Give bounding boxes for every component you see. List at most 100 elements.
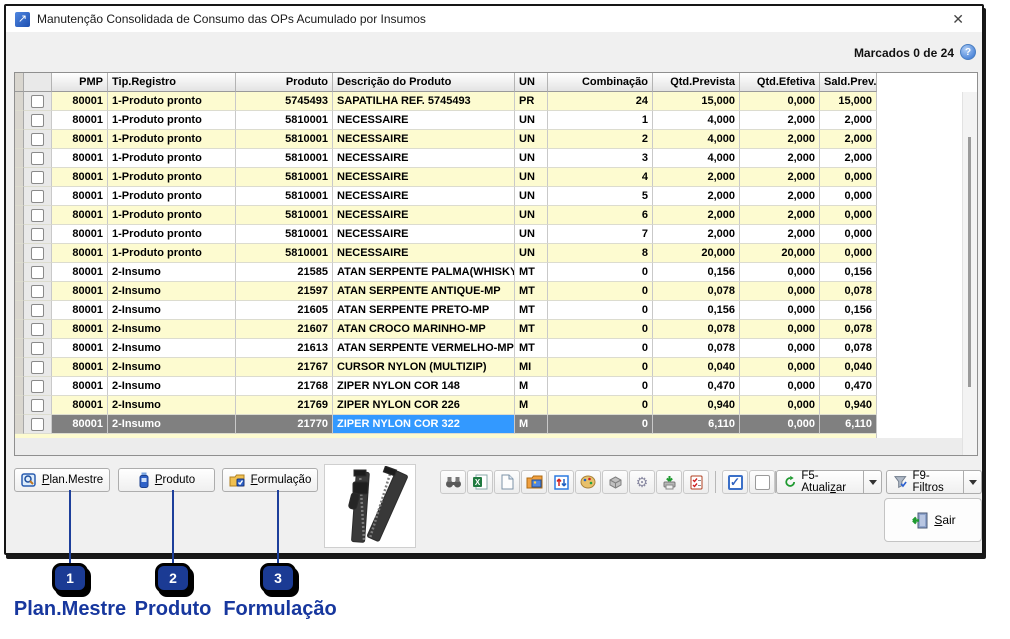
cell-efetiva[interactable]: 0,000	[740, 377, 820, 396]
cell-produto[interactable]: 5810001	[236, 187, 333, 206]
cell-combinacao[interactable]: 0	[548, 377, 653, 396]
cell-un[interactable]: MT	[515, 339, 548, 358]
cell-prevista[interactable]: 2,000	[653, 187, 740, 206]
cell-combinacao[interactable]: 0	[548, 301, 653, 320]
row-checkbox[interactable]	[31, 361, 44, 374]
cell-pmp[interactable]: 80001	[52, 282, 108, 301]
cell-produto[interactable]: 5810001	[236, 168, 333, 187]
cell-combinacao[interactable]: 8	[548, 244, 653, 263]
cell-un[interactable]: UN	[515, 149, 548, 168]
cell-saldo[interactable]: 0,000	[820, 244, 877, 263]
row-checkbox[interactable]	[31, 399, 44, 412]
close-icon[interactable]: ✕	[948, 11, 968, 28]
cell-produto[interactable]: 21770	[236, 415, 333, 434]
cell-produto[interactable]: 5810001	[236, 130, 333, 149]
table-row[interactable]: 800012-Insumo21605ATAN SERPENTE PRETO-MP…	[15, 301, 977, 320]
cell-efetiva[interactable]: 0,000	[740, 415, 820, 434]
cell-produto[interactable]: 5810001	[236, 206, 333, 225]
cell-saldo[interactable]: 0,000	[820, 168, 877, 187]
cell-produto[interactable]: 21613	[236, 339, 333, 358]
cell-descricao[interactable]: SAPATILHA REF. 5745493	[333, 92, 515, 111]
cell-prevista[interactable]: 4,000	[653, 149, 740, 168]
row-check-cell[interactable]	[24, 358, 52, 377]
cell-un[interactable]: UN	[515, 130, 548, 149]
binoculars-icon[interactable]	[440, 470, 466, 494]
table-row[interactable]: 800012-Insumo21597ATAN SERPENTE ANTIQUE-…	[15, 282, 977, 301]
cell-tipo[interactable]: 2-Insumo	[108, 282, 236, 301]
cell-pmp[interactable]: 80001	[52, 92, 108, 111]
cell-prevista[interactable]: 0,940	[653, 396, 740, 415]
cell-produto[interactable]: 21768	[236, 377, 333, 396]
refresh-dropdown-arrow[interactable]	[864, 470, 882, 494]
cell-saldo[interactable]: 0,040	[820, 358, 877, 377]
cell-descricao[interactable]: NECESSAIRE	[333, 168, 515, 187]
header-produto[interactable]: Produto	[236, 73, 333, 92]
cell-un[interactable]: UN	[515, 244, 548, 263]
cell-tipo[interactable]: 2-Insumo	[108, 358, 236, 377]
cell-descricao[interactable]: ZIPER NYLON COR 322	[333, 415, 515, 434]
gear-icon[interactable]: ⚙	[629, 470, 655, 494]
cell-saldo[interactable]: 0,078	[820, 320, 877, 339]
table-row[interactable]: 800011-Produto pronto5810001NECESSAIREUN…	[15, 244, 977, 263]
header-un[interactable]: UN	[515, 73, 548, 92]
row-check-cell[interactable]	[24, 320, 52, 339]
header-prevista[interactable]: Qtd.Prevista	[653, 73, 740, 92]
cell-produto[interactable]: 21585	[236, 263, 333, 282]
cell-pmp[interactable]: 80001	[52, 111, 108, 130]
cell-saldo[interactable]: 0,156	[820, 263, 877, 282]
cell-produto[interactable]: 5810001	[236, 244, 333, 263]
cell-efetiva[interactable]: 0,000	[740, 396, 820, 415]
cell-efetiva[interactable]: 0,000	[740, 339, 820, 358]
cell-produto[interactable]: 5810001	[236, 149, 333, 168]
cell-prevista[interactable]: 6,110	[653, 415, 740, 434]
row-check-cell[interactable]	[24, 415, 52, 434]
cell-tipo[interactable]: 1-Produto pronto	[108, 149, 236, 168]
document-icon[interactable]	[494, 470, 520, 494]
cell-prevista[interactable]: 2,000	[653, 206, 740, 225]
cell-descricao[interactable]: NECESSAIRE	[333, 130, 515, 149]
cell-tipo[interactable]: 1-Produto pronto	[108, 130, 236, 149]
cell-un[interactable]: MT	[515, 282, 548, 301]
scrollbar-thumb[interactable]	[968, 137, 971, 387]
cell-produto[interactable]: 5810001	[236, 225, 333, 244]
cell-combinacao[interactable]: 2	[548, 130, 653, 149]
table-row[interactable]: 800011-Produto pronto5810001NECESSAIREUN…	[15, 149, 977, 168]
cell-un[interactable]: MT	[515, 301, 548, 320]
cell-combinacao[interactable]: 5	[548, 187, 653, 206]
cell-efetiva[interactable]: 0,000	[740, 301, 820, 320]
cell-efetiva[interactable]: 2,000	[740, 206, 820, 225]
cell-prevista[interactable]: 20,000	[653, 244, 740, 263]
cell-saldo[interactable]: 6,110	[820, 415, 877, 434]
cell-efetiva[interactable]: 0,000	[740, 282, 820, 301]
cell-prevista[interactable]: 4,000	[653, 130, 740, 149]
cell-tipo[interactable]: 1-Produto pronto	[108, 111, 236, 130]
cell-produto[interactable]: 21767	[236, 358, 333, 377]
cell-pmp[interactable]: 80001	[52, 149, 108, 168]
cell-descricao[interactable]: ATAN SERPENTE PRETO-MP	[333, 301, 515, 320]
row-checkbox[interactable]	[31, 152, 44, 165]
cell-saldo[interactable]: 0,078	[820, 339, 877, 358]
row-checkbox[interactable]	[31, 304, 44, 317]
row-check-cell[interactable]	[24, 130, 52, 149]
cell-tipo[interactable]: 2-Insumo	[108, 377, 236, 396]
cell-produto[interactable]: 21769	[236, 396, 333, 415]
cell-combinacao[interactable]: 3	[548, 149, 653, 168]
cell-tipo[interactable]: 1-Produto pronto	[108, 206, 236, 225]
cell-pmp[interactable]: 80001	[52, 168, 108, 187]
row-checkbox[interactable]	[31, 171, 44, 184]
header-pmp[interactable]: PMP	[52, 73, 108, 92]
cell-un[interactable]: PR	[515, 92, 548, 111]
header-checkbox-col[interactable]	[24, 73, 52, 92]
cell-tipo[interactable]: 2-Insumo	[108, 320, 236, 339]
cell-saldo[interactable]: 0,156	[820, 301, 877, 320]
cell-pmp[interactable]: 80001	[52, 358, 108, 377]
table-row[interactable]: 800011-Produto pronto5745493SAPATILHA RE…	[15, 92, 977, 111]
cell-tipo[interactable]: 2-Insumo	[108, 415, 236, 434]
cell-prevista[interactable]: 0,078	[653, 320, 740, 339]
excel-export-icon[interactable]: X	[467, 470, 493, 494]
cell-descricao[interactable]: CURSOR NYLON (MULTIZIP)	[333, 358, 515, 377]
row-check-cell[interactable]	[24, 206, 52, 225]
cell-un[interactable]: UN	[515, 168, 548, 187]
cell-saldo[interactable]: 2,000	[820, 111, 877, 130]
table-row[interactable]: 800011-Produto pronto5810001NECESSAIREUN…	[15, 187, 977, 206]
